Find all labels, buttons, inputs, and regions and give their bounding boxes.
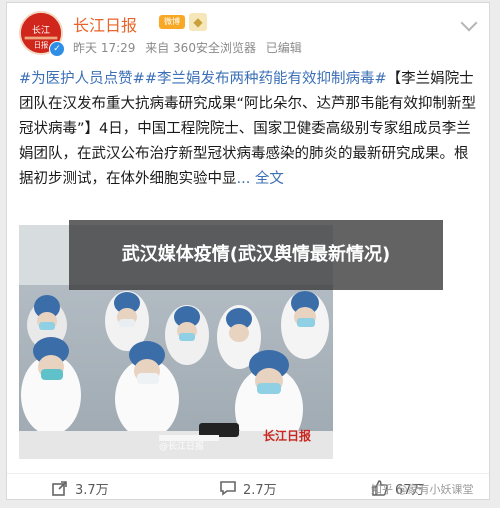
share-button[interactable]: 3.7万 bbox=[51, 477, 109, 499]
comment-count: 2.7万 bbox=[243, 482, 277, 498]
svg-text:长江: 长江 bbox=[32, 24, 50, 36]
comment-button[interactable]: 2.7万 bbox=[219, 477, 277, 499]
share-icon bbox=[52, 481, 67, 496]
verified-icon: ✓ bbox=[49, 41, 65, 57]
comment-icon bbox=[220, 481, 236, 496]
zhihu-watermark: 知乎 @家有小妖课堂 bbox=[371, 483, 474, 496]
photo-credit: @长江日报 bbox=[159, 442, 205, 452]
account-name[interactable]: 长江日报 bbox=[73, 12, 137, 36]
post-time[interactable]: 昨天 17:29 bbox=[73, 41, 135, 55]
article-title-overlay: 武汉媒体疫情(武汉舆情最新情况) bbox=[69, 220, 443, 290]
post-meta: 昨天 17:29 来自 360安全浏览器 已编辑 bbox=[73, 39, 308, 56]
post-text: #为医护人员点赞##李兰娟发布两种药能有效抑制病毒#【李兰娟院士团队在汉发布重大… bbox=[19, 67, 479, 192]
topic-link-drug[interactable]: #李兰娟发布两种药能有效抑制病毒# bbox=[145, 71, 387, 87]
post-body: 【李兰娟院士团队在汉发布重大抗病毒研究成果“阿比朵尔、达芦那韦能有效抑制新型冠状… bbox=[19, 71, 477, 187]
post-source: 来自 360安全浏览器 bbox=[145, 41, 256, 55]
article-title: 武汉媒体疫情(武汉舆情最新情况) bbox=[121, 244, 391, 265]
weibo-post-card: 长江 日报 ✓ 长江日报 微博 ◆ 昨天 17:29 来自 360安全浏览器 已… bbox=[6, 2, 490, 500]
photo-watermark: 长江日报 bbox=[263, 429, 312, 443]
edited-label[interactable]: 已编辑 bbox=[266, 41, 302, 55]
topic-link-nurses[interactable]: #为医护人员点赞# bbox=[19, 71, 145, 87]
chevron-down-icon[interactable] bbox=[460, 14, 478, 32]
read-more-link[interactable]: ... 全文 bbox=[237, 171, 284, 187]
gold-badge-icon: ◆ bbox=[189, 13, 207, 31]
member-badge: 微博 bbox=[159, 15, 185, 29]
footer-divider bbox=[7, 473, 489, 474]
share-count: 3.7万 bbox=[75, 482, 109, 498]
svg-text:日报: 日报 bbox=[34, 41, 49, 50]
